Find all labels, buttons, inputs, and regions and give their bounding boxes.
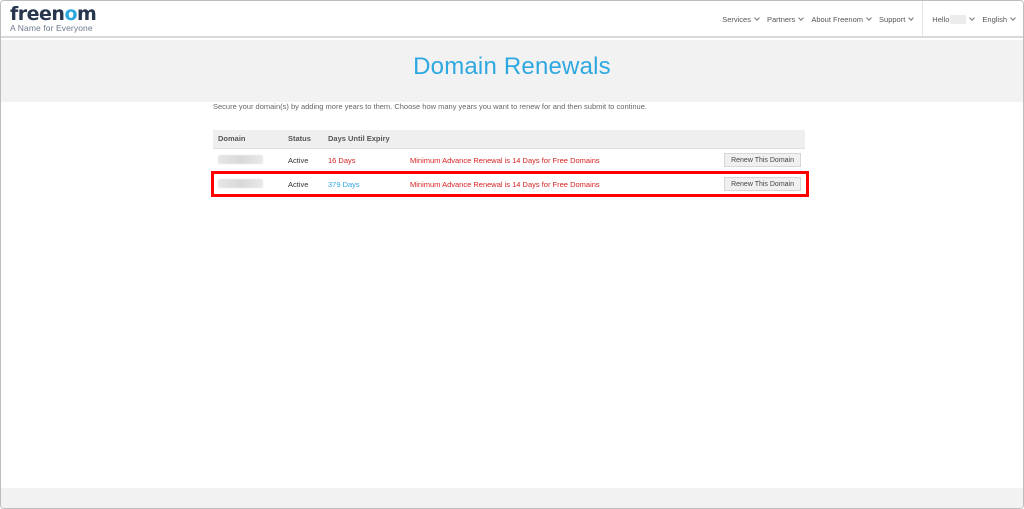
days-cell: 379 Days [323, 172, 405, 197]
header-days: Days Until Expiry [323, 130, 405, 149]
nav-partners[interactable]: Partners [767, 14, 805, 24]
redacted-domain [218, 154, 263, 164]
chevron-down-icon [969, 14, 976, 21]
header-action [715, 130, 805, 149]
redacted-username [950, 14, 967, 24]
action-cell: Renew This Domain [715, 172, 805, 197]
page-title: Domain Renewals [413, 53, 611, 80]
title-band: Domain Renewals [1, 40, 1023, 102]
renewal-message: Minimum Advance Renewal is 14 Days for F… [405, 148, 715, 173]
domain-cell [213, 172, 283, 197]
intro-text: Secure your domain(s) by adding more yea… [213, 102, 647, 111]
renewals-table-wrap: Domain Status Days Until Expiry Active 1… [213, 130, 805, 197]
nav-user-menu[interactable]: Hello [932, 14, 976, 24]
chevron-down-icon [1010, 14, 1016, 21]
table-row: Active 16 Days Minimum Advance Renewal i… [213, 148, 805, 173]
chevron-down-icon [798, 14, 805, 21]
header-domain: Domain [213, 130, 283, 149]
nav-language[interactable]: English [982, 14, 1016, 24]
table-row: Active 379 Days Minimum Advance Renewal … [213, 172, 805, 197]
header-status: Status [283, 130, 323, 149]
nav-services[interactable]: Services [722, 14, 760, 24]
logo-tagline: A Name for Everyone [10, 23, 93, 33]
chevron-down-icon [866, 14, 872, 21]
site-header: freenom A Name for Everyone Services Par… [1, 1, 1023, 38]
renew-domain-button[interactable]: Renew This Domain [724, 153, 801, 167]
nav-divider [922, 1, 924, 37]
top-nav: Services Partners About Freenom Support … [722, 1, 1023, 37]
days-cell: 16 Days [323, 148, 405, 173]
chevron-down-icon [754, 14, 760, 21]
domain-cell [213, 148, 283, 173]
table-header-row: Domain Status Days Until Expiry [213, 130, 805, 149]
redacted-domain [218, 178, 263, 188]
status-cell: Active [283, 172, 323, 197]
header-message [405, 130, 715, 149]
browser-frame: freenom A Name for Everyone Services Par… [0, 0, 1024, 509]
freenom-logo[interactable]: freenom A Name for Everyone [10, 3, 97, 33]
renew-domain-button[interactable]: Renew This Domain [724, 177, 801, 191]
chevron-down-icon [908, 14, 915, 21]
logo-wordmark: freenom [10, 3, 97, 25]
nav-support[interactable]: Support [879, 14, 915, 24]
nav-about[interactable]: About Freenom [811, 14, 872, 24]
renewal-message: Minimum Advance Renewal is 14 Days for F… [405, 172, 715, 197]
status-cell: Active [283, 148, 323, 173]
action-cell: Renew This Domain [715, 148, 805, 173]
footer-band [1, 488, 1023, 508]
renewals-table: Domain Status Days Until Expiry Active 1… [213, 130, 805, 197]
